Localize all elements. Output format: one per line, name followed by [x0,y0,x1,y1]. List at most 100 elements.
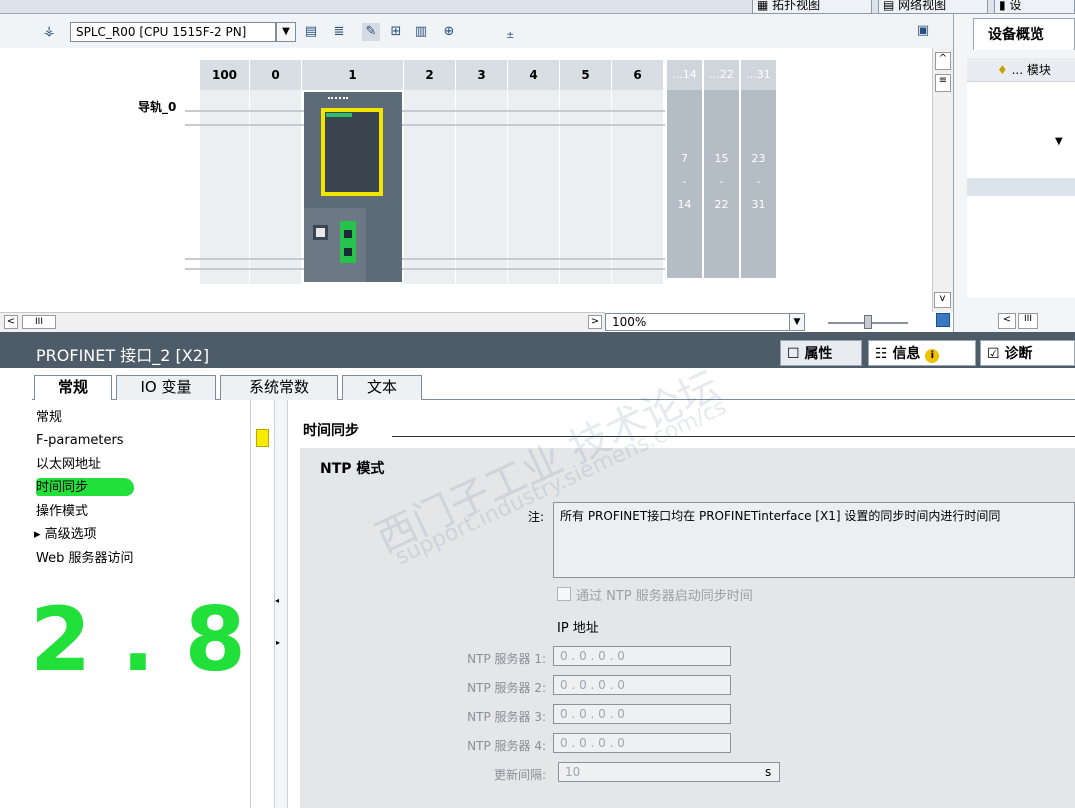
ntp-mode-title: NTP 模式 [320,461,385,477]
ext-slot-group-31[interactable]: ...31 23 - 31 [741,60,776,278]
ext-top: 23 [751,152,766,165]
tab-general[interactable]: 常规 [34,375,112,402]
zoom-slider-thumb[interactable] [864,315,872,329]
note-label: 注: [527,510,544,524]
chevron-down-icon[interactable]: ▼ [276,22,296,42]
tab-io-tags[interactable]: IO 变量 [116,375,216,400]
ntp-server-1-label: NTP 服务器 1: [467,652,546,666]
nav-item-operating-mode[interactable]: 操作模式 [36,502,88,521]
tab-system-constants[interactable]: 系统常数 [220,375,338,400]
ext-top: 7 [681,152,688,165]
scroll-up-icon[interactable]: ^ [935,52,951,70]
nav-item-f-parameters[interactable]: F-parameters [36,431,124,450]
ntp-sync-checkbox[interactable] [557,587,571,601]
ntp-server-1-input[interactable]: 0 . 0 . 0 . 0 [553,646,731,666]
ntp-server-4-label: NTP 服务器 4: [467,739,546,753]
tab-topology-view[interactable]: ▦ 拓扑视图 [752,0,872,14]
section-rule [392,436,1075,437]
warning-icon [256,429,269,447]
grid-icon[interactable]: ⊞ [387,23,405,41]
device-select[interactable]: SPLC_R00 [CPU 1515F-2 PN] [70,22,276,42]
topology-icon: ▦ [757,0,773,12]
slot-column[interactable] [200,90,250,284]
scroll-thumb[interactable]: III [1018,313,1038,329]
slot-column[interactable] [250,90,302,284]
overview-selected-row[interactable] [967,178,1075,196]
ext-dash: - [756,175,761,188]
slot-column[interactable] [560,90,612,284]
name-icon[interactable]: ≣ [330,23,348,41]
ntp-server-2-input[interactable]: 0 . 0 . 0 . 0 [553,675,731,695]
nav-item-web-server-access[interactable]: Web 服务器访问 [36,549,133,568]
table-icon[interactable]: ▥ [412,23,430,41]
note-text: 所有 PROFINET接口均在 PROFINETinterface [X1] 设… [553,502,1075,578]
network-tree-icon[interactable]: ⚶ [40,23,58,41]
draw-icon[interactable]: ✎ [362,23,380,41]
properties-icon[interactable]: ▤ [302,23,320,41]
port-socket [344,230,352,238]
ntp-server-3-label: NTP 服务器 3: [467,710,546,724]
device-icon: ▮ [999,0,1010,12]
ext-dash: - [682,175,687,188]
tab-device-view[interactable]: ▮ 设 [994,0,1075,14]
ext-header: ...31 [741,60,776,90]
tab-diagnostics[interactable]: ☑ 诊断 [980,340,1075,366]
status-leds [328,97,348,100]
overview-nav-icon[interactable] [936,313,950,327]
menu-icon[interactable]: ≡ [935,74,951,92]
update-interval-label: 更新间隔: [493,768,546,782]
info-icon: i [925,349,940,363]
properties-icon: ☐ [787,346,805,362]
diagnostics-icon: ☑ [987,346,1005,362]
slot-header-1: 1 [302,60,404,90]
rail-line [185,268,665,270]
canvas-vertical-scrollbar[interactable]: ^ ≡ [932,48,953,312]
slot-header-3: 3 [456,60,508,90]
expand-right-icon[interactable]: ▸ [276,638,280,647]
slot-column[interactable] [456,90,508,284]
nav-item-general[interactable]: 常规 [36,408,62,427]
slot-column[interactable] [404,90,456,284]
ext-slot-group-14[interactable]: ...14 7 - 14 [667,60,702,278]
scroll-down-icon[interactable]: v [934,292,951,308]
info-tab-icon: ☷ [875,346,893,362]
scroll-left-icon[interactable]: < [998,313,1016,329]
panel-toggle-icon[interactable]: ▣ [914,23,932,41]
zoom-select[interactable]: 100% [605,313,805,331]
siemens-logo [326,113,352,117]
chevron-down-icon[interactable]: ▼ [789,313,805,331]
slot-header-2: 2 [404,60,456,90]
nav-item-time-sync[interactable]: 时间同步 [36,478,88,497]
tab-properties[interactable]: ☐ 属性 [780,340,862,366]
arrow-down-icon[interactable]: ± [506,27,514,45]
ip-address-heading: IP 地址 [557,621,599,636]
ntp-server-4-input[interactable]: 0 . 0 . 0 . 0 [553,733,731,753]
port-icon[interactable] [340,221,356,263]
ntp-server-3-input[interactable]: 0 . 0 . 0 . 0 [553,704,731,724]
ext-slot-group-22[interactable]: ...22 15 - 22 [704,60,739,278]
expand-arrow-icon[interactable]: ▼ [1055,136,1063,147]
scroll-left-icon[interactable]: < [4,315,18,329]
zoom-in-icon[interactable]: ⊕ [440,23,458,41]
slot-column[interactable] [508,90,560,284]
slot-column[interactable] [612,90,664,284]
canvas-horizontal-scrollbar[interactable] [0,312,605,332]
tab-network-view[interactable]: ▤ 网络视图 [878,0,988,14]
slot-header-0: 0 [250,60,302,90]
ntp-sync-label: 通过 NTP 服务器启动同步时间 [576,589,753,604]
tab-device-overview[interactable]: 设备概览 [973,18,1075,50]
slot-header-4: 4 [508,60,560,90]
port-icon[interactable] [313,225,328,240]
column-module: 模块 [1026,63,1051,77]
ntp-server-2-label: NTP 服务器 2: [467,681,546,695]
scroll-thumb[interactable]: III [22,315,56,329]
tab-info[interactable]: ☷ 信息 i [868,340,976,366]
nav-item-ethernet-address[interactable]: 以太网地址 [36,455,101,474]
nav-item-advanced-options[interactable]: ▸ 高级选项 [34,525,97,544]
section-title: 时间同步 [303,423,359,439]
update-interval-input[interactable]: 10 [558,762,780,782]
ext-dash: - [719,175,724,188]
rail-line [185,124,665,126]
scroll-right-icon[interactable]: > [588,315,602,329]
tab-texts[interactable]: 文本 [342,375,422,400]
